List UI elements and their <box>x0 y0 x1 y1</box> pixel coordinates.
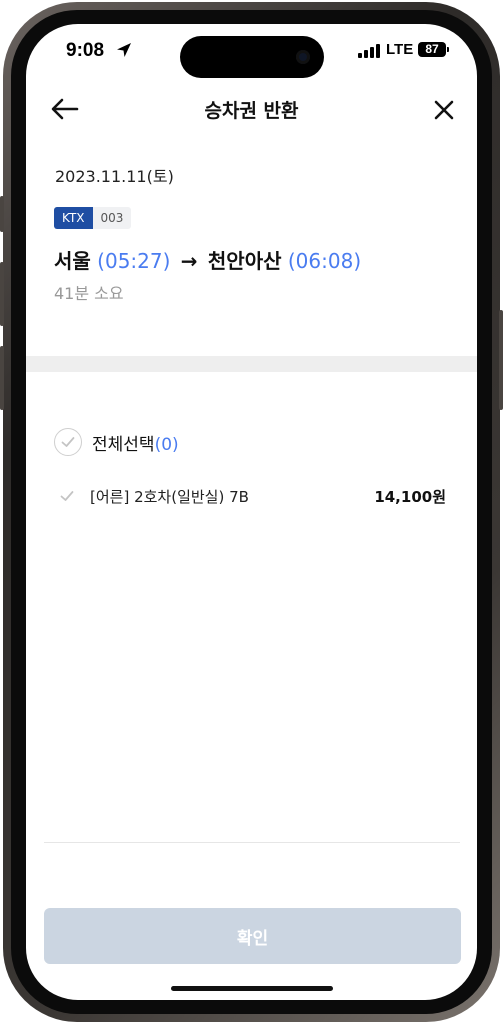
action-button <box>0 196 4 232</box>
select-all-text: 전체선택 <box>92 434 155 455</box>
ticket-row[interactable]: [어른] 2호차(일반실) 7B 14,100원 <box>58 484 446 508</box>
select-all-label: 전체선택(0) <box>92 430 179 455</box>
trip-date: 2023.11.11(토) <box>55 167 174 186</box>
network-type-label: LTE <box>386 41 414 58</box>
train-type-badge: KTX <box>54 207 93 229</box>
checkmark-icon <box>61 437 75 447</box>
ticket-price: 14,100원 <box>374 487 446 506</box>
departure-time: (05:27) <box>97 249 171 273</box>
select-all-checkbox[interactable]: 전체선택(0) <box>54 427 179 457</box>
power-button <box>499 310 503 410</box>
header: 승차권 반환 <box>26 84 477 134</box>
phone-frame: 9:08 LTE 87 승차권 반환 2023.11.11(토) KTX 003… <box>0 0 503 1024</box>
page-title: 승차권 반환 <box>204 100 299 122</box>
route: 서울 (05:27) → 천안아산 (06:08) <box>54 245 361 274</box>
arrival-station: 천안아산 <box>207 249 282 273</box>
train-number-badge: 003 <box>92 207 132 229</box>
confirm-button[interactable]: 확인 <box>44 908 461 964</box>
back-arrow-icon[interactable] <box>50 96 80 122</box>
status-time: 9:08 <box>66 40 105 61</box>
select-all-count: (0) <box>154 434 179 455</box>
location-arrow-icon <box>117 43 131 57</box>
cellular-signal-icon <box>358 44 380 58</box>
train-badges: KTX 003 <box>54 207 132 229</box>
departure-station: 서울 <box>54 249 91 273</box>
bottom-divider <box>44 842 460 843</box>
volume-down-button <box>0 346 4 410</box>
section-divider <box>26 356 477 372</box>
battery-icon: 87 <box>418 42 446 57</box>
ticket-checkbox[interactable] <box>58 487 76 505</box>
close-icon[interactable] <box>432 98 456 122</box>
select-all-check-circle[interactable] <box>54 428 82 456</box>
status-bar: 9:08 LTE 87 <box>26 24 477 80</box>
app-screen: 9:08 LTE 87 승차권 반환 2023.11.11(토) KTX 003… <box>26 24 477 1000</box>
arrival-time: (06:08) <box>287 249 362 273</box>
volume-up-button <box>0 262 4 326</box>
route-arrow: → <box>180 249 198 273</box>
home-indicator[interactable] <box>171 986 333 991</box>
battery-cap <box>447 47 449 52</box>
ticket-description: [어른] 2호차(일반실) 7B <box>90 487 249 506</box>
camera-icon <box>296 50 310 64</box>
trip-duration: 41분 소요 <box>54 284 124 303</box>
dynamic-island <box>180 36 324 78</box>
battery-level: 87 <box>425 42 439 56</box>
checkmark-icon <box>60 491 74 501</box>
